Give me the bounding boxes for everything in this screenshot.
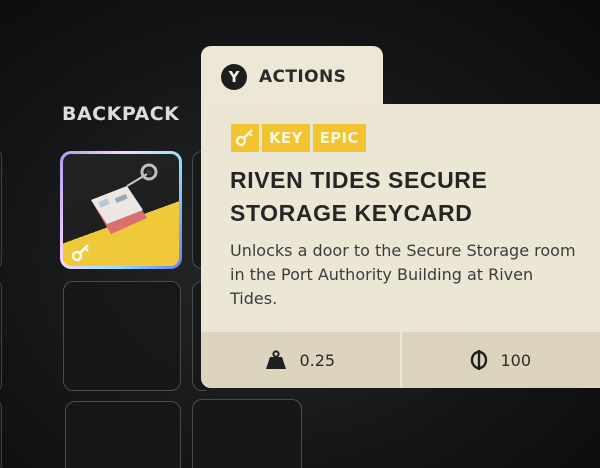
item-tags: KEY EPIC [231, 124, 366, 152]
item-details-card: KEY EPIC RIVEN TIDES SECURE STORAGE KEYC… [201, 104, 600, 388]
inventory-slot-empty[interactable] [63, 281, 181, 391]
value-stat: 100 [399, 332, 600, 388]
actions-tab[interactable]: Y ACTIONS [201, 46, 383, 108]
inventory-slot-empty[interactable] [192, 399, 302, 468]
item-name-line-2: STORAGE KEYCARD [230, 200, 473, 226]
key-tag-icon [231, 124, 259, 152]
weight-icon [266, 350, 287, 369]
backpack-title: BACKPACK [62, 103, 180, 125]
item-stats-bar: 0.25 100 [201, 332, 600, 388]
value-amount: 100 [500, 350, 532, 370]
inventory-slot-selected[interactable] [60, 151, 182, 269]
coin-icon [471, 350, 488, 370]
inventory-slot-partial[interactable] [0, 401, 2, 468]
tag-type: KEY [262, 124, 310, 152]
actions-label: ACTIONS [259, 67, 347, 87]
key-icon [235, 129, 253, 147]
item-description: Unlocks a door to the Secure Storage roo… [230, 241, 576, 308]
item-name-line-1: RIVEN TIDES SECURE [230, 167, 488, 193]
inventory-slot-partial[interactable] [0, 150, 2, 268]
weight-stat: 0.25 [201, 332, 400, 388]
inventory-slot-empty[interactable] [65, 401, 181, 468]
key-icon [71, 244, 89, 262]
item-name: RIVEN TIDES SECURE STORAGE KEYCARD [230, 164, 580, 230]
inventory-slot-partial[interactable] [0, 281, 2, 391]
weight-value: 0.25 [299, 350, 336, 370]
tag-rarity: EPIC [312, 124, 366, 152]
keycard-item-image [91, 163, 158, 234]
y-button-icon: Y [221, 64, 247, 90]
